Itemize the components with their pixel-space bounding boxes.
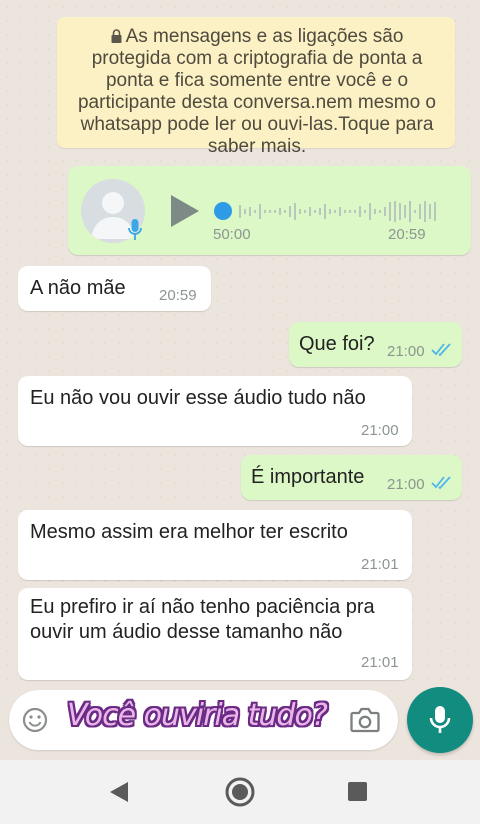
message-text: Que foi? — [299, 333, 375, 355]
mic-icon — [128, 219, 142, 240]
record-voice-button[interactable] — [407, 687, 473, 753]
encryption-notice-text: As mensagens e as ligações são protegida… — [77, 26, 436, 157]
encryption-notice[interactable]: As mensagens e as ligações são protegida… — [57, 17, 455, 157]
home-icon[interactable] — [224, 776, 256, 808]
message-bubble-in[interactable]: Eu não vou ouvir esse áudio tudo não 21:… — [18, 376, 412, 446]
message-text-line2: ouvir um áudio desse tamanho não — [30, 621, 343, 643]
camera-icon[interactable] — [350, 707, 380, 733]
message-text: Eu não vou ouvir esse áudio tudo não — [30, 387, 366, 409]
emoji-icon[interactable] — [22, 707, 48, 733]
message-text: É importante — [251, 466, 365, 488]
lock-icon — [111, 29, 122, 43]
message-time: 21:00 — [387, 343, 425, 360]
message-time: 21:00 — [387, 476, 425, 493]
back-icon[interactable] — [108, 780, 130, 804]
recents-icon[interactable] — [348, 782, 367, 801]
chat-background: As mensagens e as ligações são protegida… — [0, 0, 480, 690]
read-ticks-icon — [431, 476, 451, 489]
message-time: 20:59 — [159, 287, 197, 304]
message-bubble-in[interactable]: Mesmo assim era melhor ter escrito 21:01 — [18, 510, 412, 580]
audio-waveform[interactable] — [213, 196, 445, 228]
play-icon[interactable] — [168, 194, 200, 228]
voice-duration: 50:00 — [213, 226, 251, 243]
message-bubble-in[interactable]: Eu prefiro ir aí não tenho paciência pra… — [18, 588, 412, 680]
read-ticks-icon — [431, 343, 451, 356]
message-input[interactable]: Você ouviria tudo? — [9, 690, 398, 750]
message-time: 21:00 — [361, 422, 399, 439]
message-text: A não mãe — [30, 277, 126, 299]
mic-icon — [429, 706, 451, 733]
message-bubble-out[interactable]: Que foi? 21:00 — [289, 322, 462, 367]
message-time: 21:01 — [361, 654, 399, 671]
message-bubble-out[interactable]: É importante 21:00 — [241, 455, 462, 500]
overlay-caption: Você ouviria tudo? — [67, 698, 328, 733]
message-text-line1: Eu prefiro ir aí não tenho paciência pra — [30, 596, 375, 618]
message-bubble-in[interactable]: A não mãe 20:59 — [18, 266, 211, 311]
message-text: Mesmo assim era melhor ter escrito — [30, 521, 348, 543]
system-navigation-bar — [0, 760, 480, 824]
voice-message[interactable]: 50:00 20:59 — [68, 166, 471, 255]
message-time: 20:59 — [388, 226, 426, 243]
message-time: 21:01 — [361, 556, 399, 573]
